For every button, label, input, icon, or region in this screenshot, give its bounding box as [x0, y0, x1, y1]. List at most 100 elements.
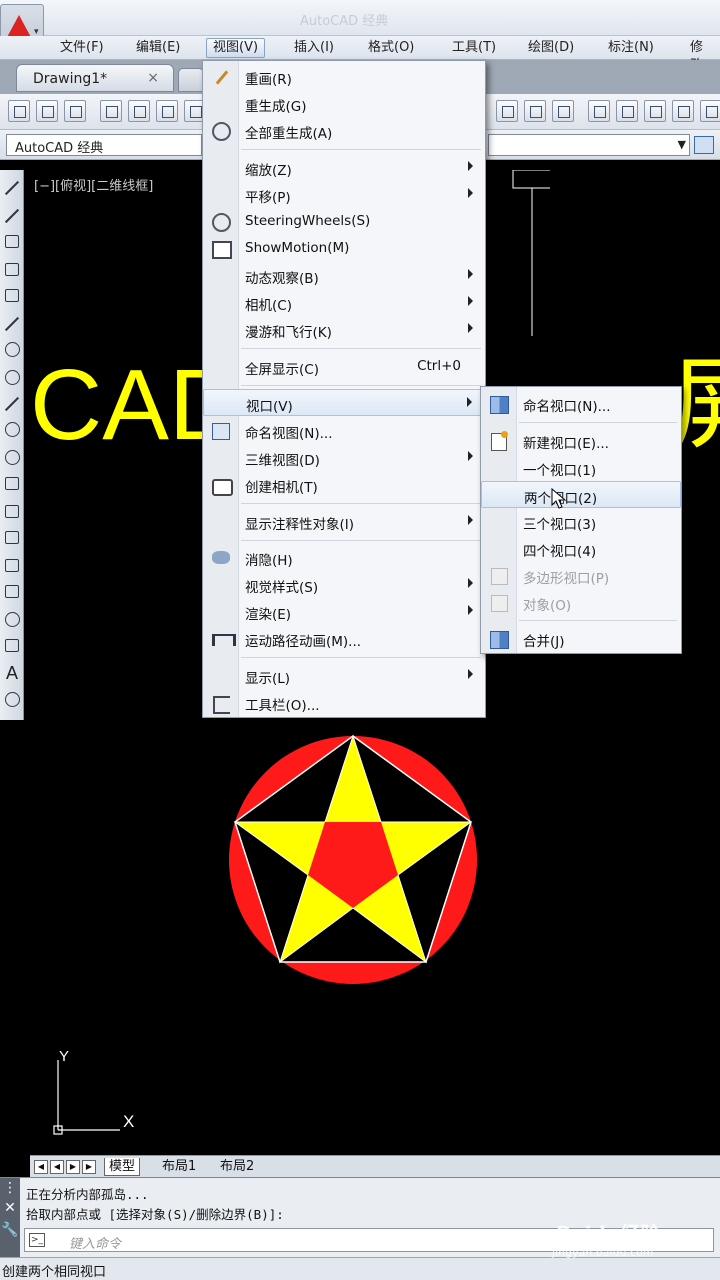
ellipse-arc-icon[interactable] — [3, 448, 21, 466]
menu-item-visual-styles[interactable]: 视觉样式(S) — [203, 571, 485, 598]
menu-file[interactable]: 文件(F) — [54, 39, 110, 59]
rectangle-icon[interactable] — [3, 286, 21, 304]
ellipse-icon[interactable] — [3, 420, 21, 438]
workspace-dropdown[interactable]: AutoCAD 经典 — [6, 134, 202, 156]
zoom-previous-icon[interactable] — [552, 100, 574, 122]
menu-item-camera[interactable]: 相机(C) — [203, 289, 485, 316]
menu-item-four-viewports[interactable]: 四个视口(4) — [481, 535, 681, 562]
save-icon[interactable] — [64, 100, 86, 122]
close-icon[interactable]: ✕ — [0, 1200, 20, 1216]
menu-item-one-viewport[interactable]: 一个视口(1) — [481, 454, 681, 481]
menu-item-new-viewports[interactable]: 新建视口(E)... — [481, 427, 681, 454]
named-view-icon — [211, 421, 231, 441]
multiline-text-icon[interactable]: A — [3, 664, 21, 682]
menu-item-label: 相机(C) — [245, 298, 292, 314]
arc-icon[interactable] — [3, 314, 21, 332]
layer-properties-icon[interactable] — [694, 136, 714, 154]
add-selected-icon[interactable] — [3, 690, 21, 708]
menu-separator — [241, 540, 481, 541]
menu-item-display[interactable]: 显示(L) — [203, 662, 485, 689]
command-history-line-2: 拾取内部点或 [选择对象(S)/删除边界(B)]: — [26, 1207, 284, 1222]
tool-palettes-icon[interactable] — [644, 100, 666, 122]
circle-icon[interactable] — [3, 340, 21, 358]
menu-draw[interactable]: 绘图(D) — [522, 39, 580, 59]
table-icon[interactable] — [3, 636, 21, 654]
spline-icon[interactable] — [3, 394, 21, 412]
close-icon[interactable]: × — [147, 70, 159, 86]
menu-item-named-views[interactable]: 命名视图(N)... — [203, 417, 485, 444]
tab-layout1[interactable]: 布局1 — [158, 1158, 200, 1176]
menu-dimension[interactable]: 标注(N) — [602, 39, 660, 59]
new-file-icon[interactable] — [8, 100, 30, 122]
wrench-icon[interactable]: 🔧 — [0, 1222, 20, 1238]
construction-line-icon[interactable] — [3, 206, 21, 224]
command-window-handle[interactable]: ⋮ ✕ 🔧 — [0, 1178, 20, 1258]
revision-cloud-icon[interactable] — [3, 368, 21, 386]
menu-item-two-viewports[interactable]: 两个视口(2) — [481, 481, 681, 508]
menu-item-create-camera[interactable]: 创建相机(T) — [203, 471, 485, 498]
open-folder-icon[interactable] — [36, 100, 58, 122]
first-layout-icon[interactable]: ◀ — [34, 1160, 48, 1174]
menu-item-viewports[interactable]: 视口(V) — [203, 389, 485, 416]
prev-layout-icon[interactable]: ◀ — [50, 1160, 64, 1174]
next-layout-icon[interactable]: ▶ — [66, 1160, 80, 1174]
zoom-window-icon[interactable] — [524, 100, 546, 122]
menu-item-motion-path[interactable]: 运动路径动画(M)... — [203, 625, 485, 652]
menu-item-fullscreen[interactable]: 全屏显示(C) Ctrl+0 — [203, 353, 485, 380]
layer-dropdown[interactable]: ▼ — [488, 134, 690, 156]
menu-item-steeringwheels[interactable]: SteeringWheels(S) — [203, 208, 485, 235]
make-block-icon[interactable] — [3, 502, 21, 520]
menu-insert[interactable]: 插入(I) — [288, 39, 340, 59]
zoom-realtime-icon[interactable] — [496, 100, 518, 122]
menu-item-named-viewports[interactable]: 命名视口(N)... — [481, 390, 681, 417]
menu-item-label: 视觉样式(S) — [245, 580, 319, 596]
workspace-label: AutoCAD 经典 — [15, 141, 104, 156]
viewport-controls-label[interactable]: [−][俯视][二维线框] — [34, 175, 153, 194]
polygon-icon[interactable] — [3, 260, 21, 278]
line-icon[interactable] — [3, 178, 21, 196]
menu-item-toolbars[interactable]: 工具栏(O)... — [203, 689, 485, 716]
menu-item-redraw[interactable]: 重画(R) — [203, 63, 485, 90]
menu-item-annotation-objects[interactable]: 显示注释性对象(I) — [203, 508, 485, 535]
properties-icon[interactable] — [588, 100, 610, 122]
menu-item-join-viewports[interactable]: 合并(J) — [481, 625, 681, 652]
menu-view[interactable]: 视图(V) — [206, 38, 266, 58]
calculator-icon[interactable] — [700, 100, 720, 122]
menu-item-three-viewports[interactable]: 三个视口(3) — [481, 508, 681, 535]
menu-item-regen[interactable]: 重生成(G) — [203, 90, 485, 117]
menu-separator — [241, 149, 481, 150]
publish-icon[interactable] — [156, 100, 178, 122]
insert-block-icon[interactable] — [3, 474, 21, 492]
menu-item-zoom[interactable]: 缩放(Z) — [203, 154, 485, 181]
polyline-icon[interactable] — [3, 232, 21, 250]
print-preview-icon[interactable] — [128, 100, 150, 122]
menu-item-pan[interactable]: 平移(P) — [203, 181, 485, 208]
markup-icon[interactable] — [672, 100, 694, 122]
menu-item-walk-fly[interactable]: 漫游和飞行(K) — [203, 316, 485, 343]
print-icon[interactable] — [100, 100, 122, 122]
menu-modify[interactable]: 修改 — [684, 39, 720, 73]
menu-tools[interactable]: 工具(T) — [446, 39, 502, 59]
new-tab-button[interactable] — [178, 68, 204, 92]
menu-item-hide[interactable]: 消隐(H) — [203, 544, 485, 571]
prompt-icon[interactable]: >_ — [29, 1233, 45, 1247]
submenu-arrow-icon — [468, 323, 473, 333]
gradient-icon[interactable] — [3, 582, 21, 600]
menu-item-label: 三维视图(D) — [245, 453, 320, 469]
tab-model[interactable]: 模型 — [104, 1158, 141, 1176]
point-icon[interactable] — [3, 528, 21, 546]
menu-separator — [241, 385, 481, 386]
region-icon[interactable] — [3, 610, 21, 628]
menu-item-3d-views[interactable]: 三维视图(D) — [203, 444, 485, 471]
tab-layout2[interactable]: 布局2 — [216, 1158, 258, 1176]
last-layout-icon[interactable]: ▶ — [82, 1160, 96, 1174]
tab-drawing1[interactable]: Drawing1* × — [16, 64, 174, 92]
menu-item-orbit[interactable]: 动态观察(B) — [203, 262, 485, 289]
menu-item-showmotion[interactable]: ShowMotion(M) — [203, 235, 485, 262]
hatch-icon[interactable] — [3, 556, 21, 574]
menu-item-render[interactable]: 渲染(E) — [203, 598, 485, 625]
menu-format[interactable]: 格式(O) — [362, 39, 420, 59]
menu-edit[interactable]: 编辑(E) — [130, 39, 186, 59]
design-center-icon[interactable] — [616, 100, 638, 122]
menu-item-regen-all[interactable]: 全部重生成(A) — [203, 117, 485, 144]
